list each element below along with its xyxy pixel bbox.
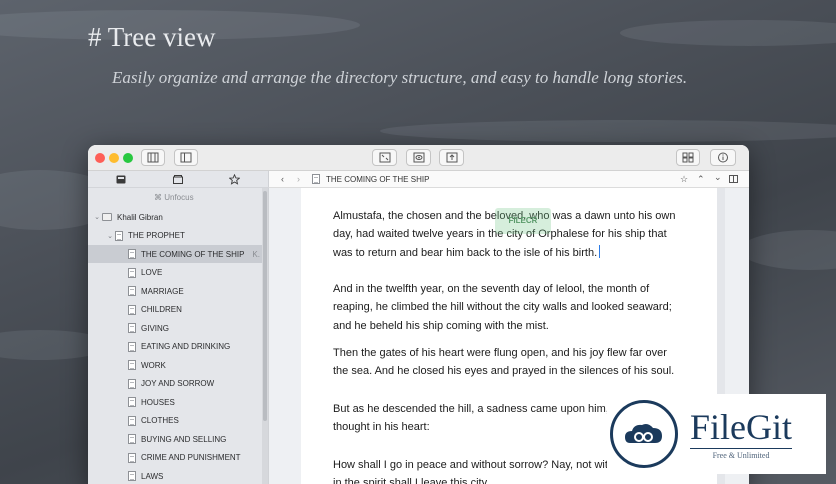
disclosure-chevron-icon[interactable]: ⌄ [105,232,115,240]
unfocus-label: Unfocus [164,193,194,202]
document-icon [128,323,136,333]
minimize-button[interactable] [109,153,119,163]
tree-item[interactable]: BUYING AND SELLING [88,430,262,448]
titlebar [88,145,749,171]
preview-eye-icon [413,152,424,163]
tree-item-label: WORK [141,360,166,370]
inbox-tab[interactable] [115,174,127,185]
document-icon [128,452,136,463]
filegit-logo: FileGit Free & Unlimited [607,394,826,474]
export-share-icon [446,152,457,163]
unfocus-button[interactable]: ⌘ Unfocus [154,193,194,202]
disclosure-chevron-icon[interactable]: ⌄ [92,213,102,221]
tree-item-label: Khalil Gibran [117,212,163,222]
zoom-button[interactable] [123,153,133,163]
unfocus-icon: ⌘ [154,193,165,202]
editor-toolbar: ‹ › THE COMING OF THE SHIP ☆ ⌃ ⌄ [269,171,749,188]
inbox-icon [116,175,126,184]
document-icon [128,341,136,352]
tree-item-label: MARRIAGE [141,286,184,296]
split-view-icon[interactable] [729,175,738,183]
tree-item[interactable]: ⌄ Khalil Gibran [88,208,262,226]
tree-item-label: JOY AND SORROW [141,379,215,388]
cloud-logo-icon [610,400,678,468]
tree-item-label: EATING AND DRINKING [141,342,231,351]
folder-icon [102,213,112,221]
tree-item-label: HOUSES [141,397,175,407]
focus-mode-button[interactable] [372,149,397,166]
sidebar-toggle-icon [180,152,192,163]
document-icon [115,230,123,241]
logo-tagline: Free & Unlimited [690,448,793,460]
grid-panels-icon [682,152,694,163]
document-icon [312,174,320,184]
close-button[interactable] [95,153,105,163]
document-title: THE COMING OF THE SHIP [326,175,430,184]
bookmark-star-icon[interactable]: ☆ [680,174,688,185]
tree-item-label: CLOTHES [141,416,179,425]
tree-item[interactable]: CRIME AND PUNISHMENT [88,449,262,467]
tree-item-label: LOVE [141,268,163,277]
tree-item[interactable]: WORK [88,356,262,374]
tree-item-label: BUYING AND SELLING [141,434,227,444]
outline-view-button[interactable] [141,149,165,166]
tree-item[interactable]: MARRIAGE [88,282,262,300]
tree-item[interactable]: THE COMING OF THE SHIP K. [88,245,262,263]
logo-name: FileGit [690,407,793,447]
preview-button[interactable] [406,149,431,166]
tree-item[interactable]: LOVE [88,264,262,282]
tree-item-label: GIVING [141,323,170,333]
favorites-tab[interactable] [228,174,240,185]
tree-item[interactable]: LAWS [88,467,262,484]
document-icon [128,360,136,370]
hero-subtitle: Easily organize and arrange the director… [112,68,688,87]
document-icon [128,267,136,278]
tree-item-label: THE PROPHET [128,231,185,240]
archive-tab[interactable] [172,174,184,185]
document-icon [128,434,136,444]
chevron-down-icon[interactable]: ⌄ [714,172,722,183]
tree-item[interactable]: HOUSES [88,393,262,411]
sidebar: ⌘ Unfocus ⌄ Khalil Gibran ⌄ THE PROPHET THE … [88,171,269,484]
panels-button[interactable] [676,149,700,166]
text-caret [599,244,601,258]
tree-item-label: THE COMING OF THE SHIP [141,249,245,259]
tree-item-label: CHILDREN [141,305,182,314]
tree-item[interactable]: CHILDREN [88,301,262,319]
tree-item[interactable]: JOY AND SORROW [88,375,262,393]
paragraph[interactable]: Then the gates of his heart were flung o… [333,344,683,381]
focus-mode-icon [379,152,390,163]
document-icon [128,304,136,315]
sidebar-scrollbar-thumb[interactable] [263,191,267,421]
tree-item-trail: K. [252,249,260,259]
hero-title: # Tree view [88,22,216,52]
tree-item-label: CRIME AND PUNISHMENT [141,453,241,462]
star-icon [228,174,240,185]
info-icon [718,152,728,163]
chevron-up-icon[interactable]: ⌃ [697,174,705,185]
tree-item[interactable]: CLOTHES [88,412,262,430]
paragraph[interactable]: And in the twelfth year, on the seventh … [333,280,683,335]
document-icon [128,378,136,389]
export-button[interactable] [439,149,464,166]
document-icon [128,286,136,296]
back-button[interactable]: ‹ [281,174,284,184]
info-button[interactable] [710,149,736,166]
forward-button[interactable]: › [297,174,300,184]
document-icon [128,471,136,481]
document-icon [128,397,136,407]
document-icon [128,415,136,426]
archive-icon [173,175,183,184]
watermark-badge: FILECR [495,208,551,234]
sidebar-tabs [88,171,269,188]
outline-view-icon [147,152,159,163]
tree-item[interactable]: ⌄ THE PROPHET [88,227,262,245]
tree-item[interactable]: EATING AND DRINKING [88,338,262,356]
tree-item-label: LAWS [141,471,164,481]
logo-text: FileGit Free & Unlimited [690,407,793,460]
sidebar-toggle-button[interactable] [174,149,198,166]
document-icon [128,249,136,259]
tree-item[interactable]: GIVING [88,319,262,337]
